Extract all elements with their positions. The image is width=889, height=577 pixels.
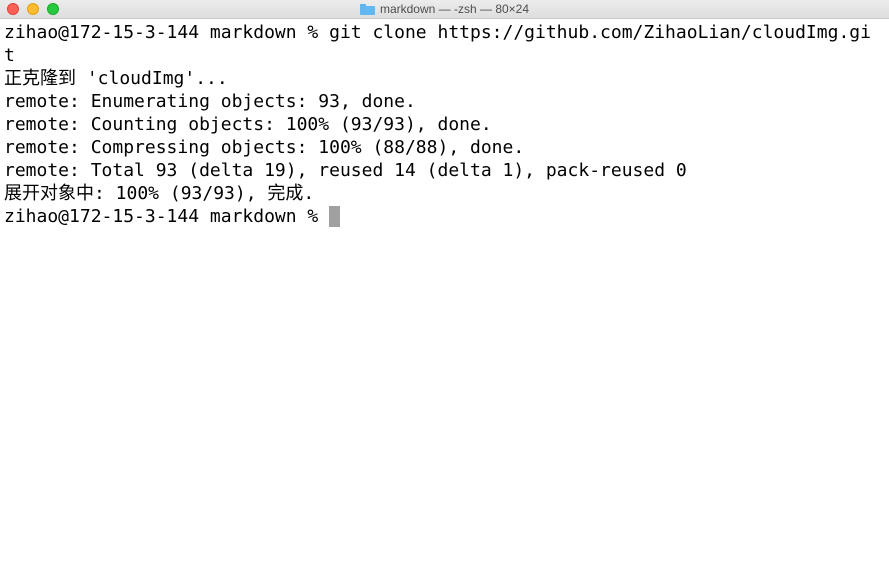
shell-prompt: zihao@172-15-3-144 markdown % <box>4 206 330 227</box>
terminal-line: zihao@172-15-3-144 markdown % git clone … <box>4 22 871 43</box>
terminal-output[interactable]: zihao@172-15-3-144 markdown % git clone … <box>4 21 884 228</box>
terminal-line: remote: Counting objects: 100% (93/93), … <box>4 114 492 135</box>
terminal-window: markdown — -zsh — 80×24 zihao@172-15-3-1… <box>0 0 889 577</box>
terminal-line: remote: Enumerating objects: 93, done. <box>4 91 416 112</box>
terminal-line: 正克隆到 'cloudImg'... <box>4 68 228 89</box>
title-bar[interactable]: markdown — -zsh — 80×24 <box>0 0 889 19</box>
terminal-line: t <box>4 45 15 66</box>
terminal-line: remote: Compressing objects: 100% (88/88… <box>4 137 525 158</box>
window-title: markdown — -zsh — 80×24 <box>0 0 889 19</box>
prompt-line[interactable]: zihao@172-15-3-144 markdown % <box>4 205 884 228</box>
window-title-text: markdown — -zsh — 80×24 <box>379 2 530 16</box>
terminal-line: remote: Total 93 (delta 19), reused 14 (… <box>4 160 687 181</box>
folder-icon <box>359 4 375 15</box>
terminal-line: 展开对象中: 100% (93/93), 完成. <box>4 183 315 204</box>
text-cursor <box>329 206 341 227</box>
